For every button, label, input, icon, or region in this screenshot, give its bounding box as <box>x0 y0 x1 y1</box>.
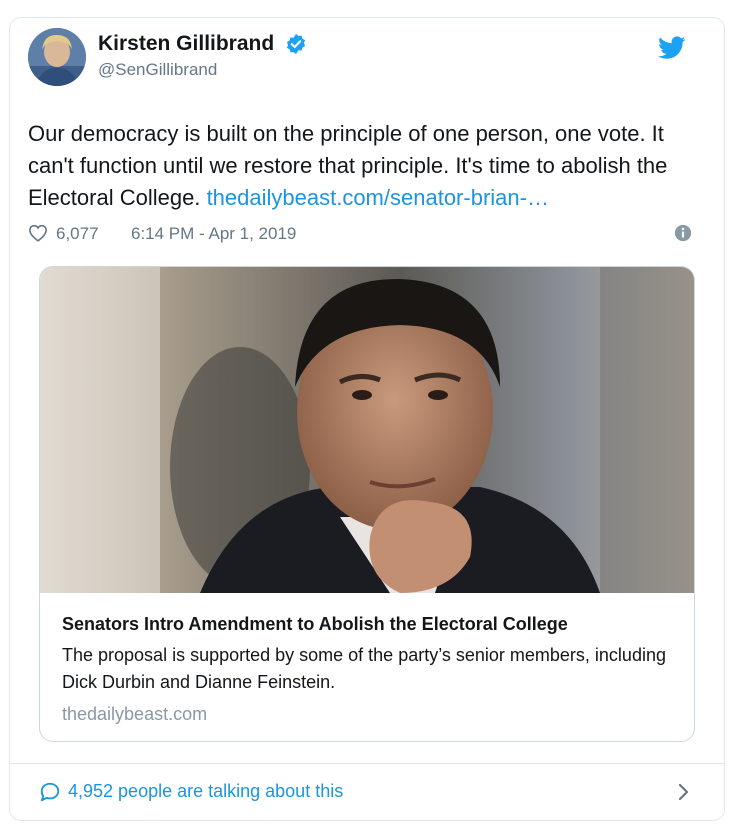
tweet-footer[interactable]: 4,952 people are talking about this <box>39 779 695 807</box>
info-icon[interactable] <box>674 224 692 242</box>
tweet-meta: 6,077 6:14 PM - Apr 1, 2019 <box>28 222 696 246</box>
tweet-link[interactable]: thedailybeast.com/senator-brian-… <box>207 185 549 210</box>
talking-count-link[interactable]: 4,952 people are talking about this <box>68 781 343 802</box>
card-title[interactable]: Senators Intro Amendment to Abolish the … <box>62 612 682 636</box>
tweet-timestamp[interactable]: 6:14 PM - Apr 1, 2019 <box>131 224 296 244</box>
verified-badge-icon <box>286 33 305 55</box>
tweet-text: Our democracy is built on the principle … <box>28 118 708 214</box>
footer-divider <box>9 763 725 764</box>
card-domain[interactable]: thedailybeast.com <box>62 704 682 725</box>
chevron-right-icon[interactable] <box>677 782 691 802</box>
card-description: The proposal is supported by some of the… <box>62 645 666 692</box>
card-image <box>40 267 694 593</box>
card-body: Senators Intro Amendment to Abolish the … <box>62 612 682 725</box>
link-card[interactable]: Senators Intro Amendment to Abolish the … <box>39 266 695 742</box>
speech-bubble-icon <box>40 782 60 802</box>
heart-icon[interactable] <box>28 224 48 242</box>
author-handle[interactable]: @SenGillibrand <box>98 60 307 80</box>
author-display-name[interactable]: Kirsten Gillibrand <box>98 32 274 56</box>
like-count[interactable]: 6,077 <box>56 224 99 244</box>
author-names: Kirsten Gillibrand @SenGillibrand <box>98 32 307 80</box>
tweet-header: Kirsten Gillibrand @SenGillibrand <box>28 28 688 88</box>
avatar[interactable] <box>28 28 86 86</box>
twitter-bird-icon[interactable] <box>658 36 686 60</box>
